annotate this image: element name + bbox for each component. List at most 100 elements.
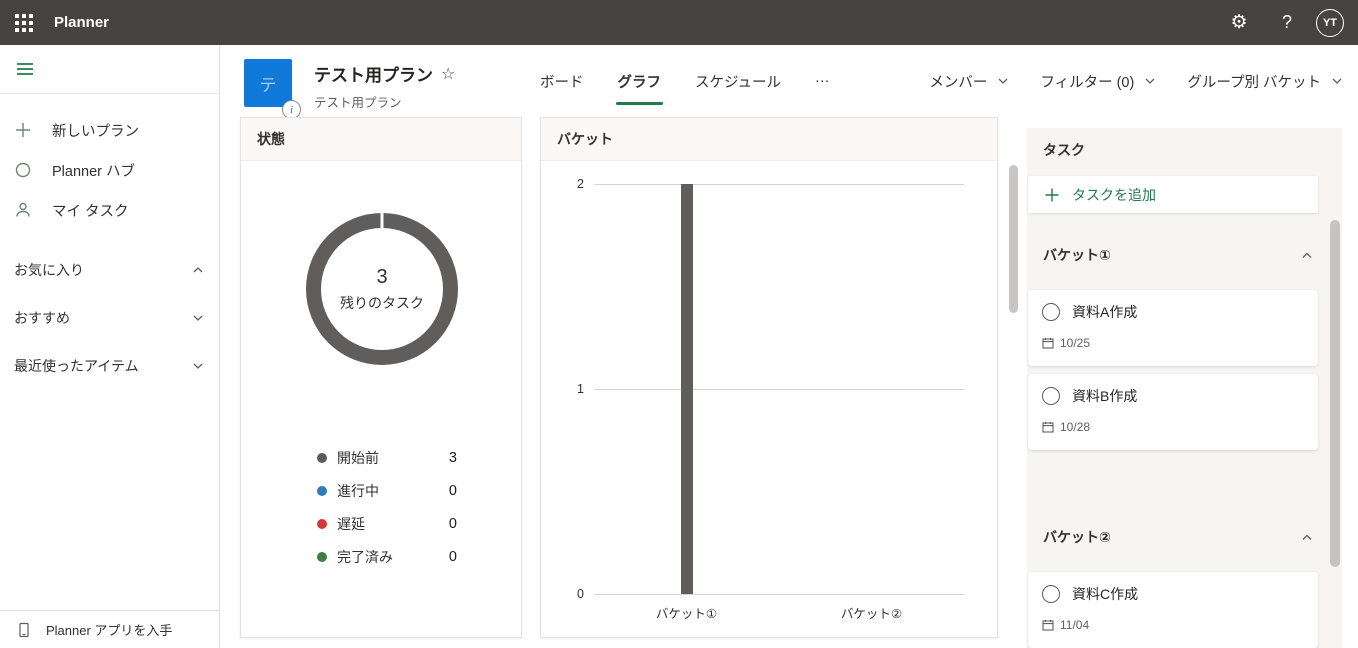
bucket1-section-header[interactable]: バケット① [1043, 245, 1314, 265]
sidebar-nav: 新しいプラン Planner ハブ マイ タスク [0, 94, 219, 230]
legend-row: 開始前 3 [317, 441, 457, 474]
donut-center: 3 残りのタスク [306, 213, 458, 365]
legend-row: 遅延 0 [317, 507, 457, 540]
chevron-down-icon [996, 74, 1010, 88]
tab-more[interactable]: ··· [813, 67, 832, 95]
members-dropdown[interactable]: メンバー [929, 71, 1010, 92]
legend-value: 0 [448, 482, 457, 499]
waffle-icon [15, 13, 33, 32]
task-due-date: 10/28 [1060, 420, 1091, 434]
legend-label: 完了済み [337, 548, 393, 565]
sidebar-item-new-plan[interactable]: 新しいプラン [0, 110, 219, 150]
task-card[interactable]: 資料A作成 10/25 [1028, 290, 1318, 366]
status-chart-card: 状態 3 残りのタスク 開始前 3 進行中 0 遅延 0 完了済み 0 [240, 117, 522, 638]
x-axis-category-label: バケット① [655, 607, 718, 621]
chevron-up-icon [1300, 248, 1314, 262]
sidebar-item-planner-hub[interactable]: Planner ハブ [0, 150, 219, 190]
tasks-panel: タスク タスクを追加 バケット① 資料A作成 10/25 資料B作成 10/28… [1027, 128, 1342, 648]
app-launcher-icon[interactable] [0, 0, 48, 45]
calendar-icon [1042, 421, 1054, 433]
section-label: お気に入り [14, 262, 84, 278]
charts-scrollbar[interactable] [1008, 117, 1019, 638]
bucket2-label: バケット② [1043, 529, 1111, 545]
gridline [594, 389, 964, 390]
active-tab-underline [615, 101, 663, 105]
person-icon [14, 201, 34, 219]
bucket2-section-header[interactable]: バケット② [1043, 527, 1314, 547]
favorite-star-icon[interactable]: ☆ [441, 64, 455, 84]
plan-icon: テ [244, 59, 292, 107]
y-axis-tick: 0 [577, 587, 584, 601]
legend-dot [317, 518, 327, 529]
section-label: おすすめ [14, 310, 70, 326]
plan-subtitle: テスト用プラン [314, 96, 402, 110]
phone-icon [16, 622, 32, 638]
app-title: Planner [54, 14, 110, 31]
help-icon[interactable]: ? [1268, 0, 1306, 45]
tasks-scrollbar[interactable] [1330, 128, 1340, 648]
task-checkbox[interactable] [1042, 387, 1060, 405]
plan-title: テスト用プラン [314, 66, 433, 85]
section-label: 最近使ったアイテム [14, 358, 139, 374]
plus-icon [1044, 187, 1060, 203]
gridline [594, 184, 964, 185]
legend-value: 0 [448, 515, 457, 532]
chevron-down-icon [191, 311, 205, 325]
sidebar-header [0, 45, 219, 94]
chevron-down-icon [1143, 74, 1157, 88]
filter-dropdown[interactable]: フィルター (0) [1040, 71, 1157, 92]
sidebar-section-favorites[interactable]: お気に入り [0, 246, 219, 294]
legend-value: 3 [448, 449, 457, 466]
plan-header: テ i テスト用プラン ☆ テスト用プラン ボード グラフ スケジュール ···… [220, 45, 1358, 119]
legend-row: 完了済み 0 [317, 540, 457, 573]
topbar-actions: ⚙ ? YT [1220, 0, 1350, 45]
chevron-up-icon [1300, 530, 1314, 544]
main-content: テ i テスト用プラン ☆ テスト用プラン ボード グラフ スケジュール ···… [220, 45, 1358, 648]
x-axis-category-label: バケット② [840, 607, 903, 621]
gridline [594, 594, 964, 595]
bar [680, 184, 693, 594]
calendar-icon [1042, 337, 1054, 349]
get-planner-app-button[interactable]: Planner アプリを入手 [0, 610, 219, 648]
bucket-chart-card: バケット 2 1 0 バケット① バケット② [540, 117, 998, 638]
task-title: 資料A作成 [1072, 304, 1138, 320]
settings-gear-icon[interactable]: ⚙ [1220, 0, 1258, 45]
legend-dot [317, 452, 327, 463]
top-app-bar: Planner ⚙ ? YT [0, 0, 1358, 45]
chevron-up-icon [191, 263, 205, 277]
sidebar-item-my-tasks[interactable]: マイ タスク [0, 190, 219, 230]
task-title: 資料C作成 [1072, 586, 1139, 602]
view-controls: メンバー フィルター (0) グループ別 バケット [929, 45, 1344, 117]
task-card[interactable]: 資料C作成 11/04 [1028, 572, 1318, 648]
circle-icon [14, 161, 34, 179]
tab-board[interactable]: ボード [538, 65, 586, 98]
charts-scrollbar-thumb[interactable] [1009, 165, 1018, 313]
legend-dot [317, 551, 327, 562]
task-due-date: 11/04 [1060, 618, 1090, 632]
remaining-label: 残りのタスク [340, 294, 424, 311]
legend-label: 開始前 [337, 449, 379, 466]
sidebar-section-recent[interactable]: 最近使ったアイテム [0, 342, 219, 390]
sidebar-item-label: 新しいプラン [52, 123, 139, 140]
sidebar-item-label: マイ タスク [52, 203, 129, 220]
tab-schedule[interactable]: スケジュール [693, 65, 783, 98]
bucket-card-title: バケット [541, 118, 997, 161]
tasks-panel-title: タスク [1043, 142, 1085, 158]
tab-charts[interactable]: グラフ [615, 65, 663, 105]
avatar[interactable]: YT [1316, 8, 1344, 37]
sidebar-item-label: Planner ハブ [52, 163, 136, 180]
task-checkbox[interactable] [1042, 585, 1060, 603]
add-task-button[interactable]: タスクを追加 [1028, 176, 1318, 213]
task-card[interactable]: 資料B作成 10/28 [1028, 374, 1318, 450]
chevron-down-icon [1330, 74, 1344, 88]
status-card-title: 状態 [241, 118, 521, 161]
plus-icon [14, 121, 34, 139]
group-by-dropdown[interactable]: グループ別 バケット [1187, 71, 1344, 92]
task-title: 資料B作成 [1072, 388, 1138, 404]
filter-label: フィルター (0) [1040, 74, 1135, 91]
sidebar-section-suggested[interactable]: おすすめ [0, 294, 219, 342]
task-checkbox[interactable] [1042, 303, 1060, 321]
chevron-down-icon [191, 359, 205, 373]
hamburger-menu-icon[interactable] [0, 50, 36, 88]
tasks-scrollbar-thumb[interactable] [1330, 220, 1340, 567]
